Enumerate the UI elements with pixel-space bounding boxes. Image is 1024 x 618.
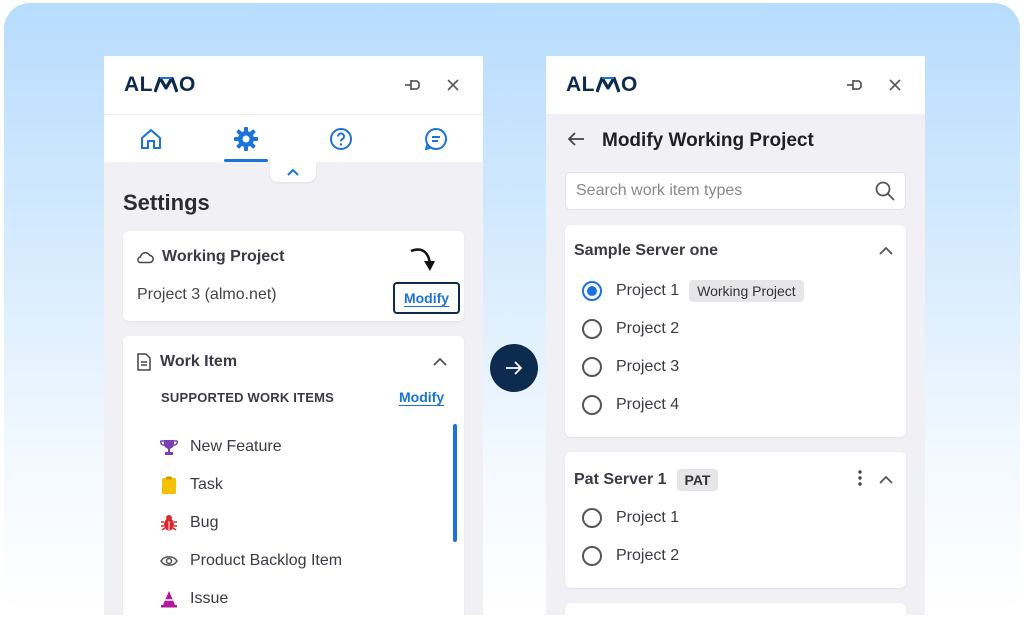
list-item: New Feature xyxy=(160,428,342,466)
more-options-button[interactable] xyxy=(858,470,862,491)
collapse-server-button[interactable] xyxy=(878,243,894,261)
pointer-arrow-icon xyxy=(410,248,435,271)
tab-settings[interactable] xyxy=(199,115,294,162)
project-option[interactable]: Project 2 xyxy=(582,537,679,575)
gear-icon xyxy=(234,126,259,151)
panel-header: AL O xyxy=(104,56,483,114)
chevron-up-icon xyxy=(287,168,299,176)
radio-selected[interactable] xyxy=(582,281,602,301)
radio-button[interactable] xyxy=(582,546,602,566)
arrow-left-icon xyxy=(567,131,584,146)
tab-chat[interactable] xyxy=(388,115,483,162)
radio-button[interactable] xyxy=(582,395,602,415)
scrollbar-thumb[interactable] xyxy=(453,424,457,542)
page-title: Settings xyxy=(123,190,210,215)
radio-button[interactable] xyxy=(582,508,602,528)
server-name: Sample Server one xyxy=(574,242,719,259)
background-stage: AL O Settings Working Project Project 3 … xyxy=(4,3,1020,615)
eye-icon xyxy=(160,552,178,570)
radio-button[interactable] xyxy=(582,319,602,339)
page-header: Modify Working Project xyxy=(566,130,814,152)
almo-logo: AL O xyxy=(566,73,638,96)
server-card-partial xyxy=(565,603,906,615)
chevron-up-icon xyxy=(433,357,447,366)
working-project-heading: Working Project xyxy=(162,248,285,265)
project-option[interactable]: Project 2 xyxy=(582,310,804,348)
working-project-card: Working Project Project 3 (almo.net) Mod… xyxy=(123,231,464,321)
list-item: Bug xyxy=(160,504,342,542)
trophy-icon xyxy=(160,438,178,456)
modify-working-project-highlight: Modify xyxy=(393,282,460,314)
supported-work-items-label: SUPPORTED WORK ITEMS xyxy=(161,390,335,405)
work-item-card: Work Item SUPPORTED WORK ITEMS Modify Ne… xyxy=(123,336,464,615)
search-box xyxy=(565,172,906,210)
page-title: Modify Working Project xyxy=(602,130,814,151)
kebab-menu-icon xyxy=(858,470,862,486)
search-input[interactable] xyxy=(576,182,856,200)
nav-tabs xyxy=(104,114,483,162)
logo-m-mark xyxy=(154,77,178,93)
project-option[interactable]: Project 4 xyxy=(582,386,804,424)
server-name: Pat Server 1 xyxy=(574,471,667,488)
server-card: Pat Server 1 PAT Project 1 Project 2 xyxy=(565,452,906,588)
pin-icon[interactable] xyxy=(403,75,423,95)
settings-panel: AL O Settings Working Project Project 3 … xyxy=(104,56,483,615)
close-icon[interactable] xyxy=(885,75,905,95)
modify-working-project-link[interactable]: Modify xyxy=(404,290,449,306)
tab-help[interactable] xyxy=(294,115,389,162)
project-option[interactable]: Project 1 xyxy=(582,499,679,537)
server-card: Sample Server one Project 1 Working Proj… xyxy=(565,225,906,437)
chevron-up-icon xyxy=(879,246,893,255)
transition-arrow xyxy=(490,344,538,392)
work-item-heading: Work Item xyxy=(160,353,238,370)
panel-header: AL O xyxy=(546,56,925,114)
back-button[interactable] xyxy=(566,131,586,152)
list-item: Issue xyxy=(160,580,342,615)
collapse-nav-button[interactable] xyxy=(270,162,316,182)
almo-logo: AL O xyxy=(124,73,196,96)
cloud-icon xyxy=(137,252,154,264)
arrow-right-icon xyxy=(506,361,523,375)
chat-icon xyxy=(424,127,447,150)
clipboard-icon xyxy=(160,476,178,494)
chevron-up-icon xyxy=(879,475,893,484)
collapse-server-button[interactable] xyxy=(878,472,894,490)
pin-icon[interactable] xyxy=(845,75,865,95)
document-icon xyxy=(137,353,151,371)
close-icon[interactable] xyxy=(443,75,463,95)
modify-project-panel: AL O Modify Working Project Search work … xyxy=(546,56,925,615)
logo-m-mark xyxy=(596,77,620,93)
search-icon[interactable] xyxy=(875,181,895,201)
working-project-badge: Working Project xyxy=(689,280,804,302)
radio-button[interactable] xyxy=(582,357,602,377)
bug-icon xyxy=(160,514,178,532)
list-item: Product Backlog Item xyxy=(160,542,342,580)
project-option[interactable]: Project 1 Working Project xyxy=(582,272,804,310)
pat-badge: PAT xyxy=(676,469,719,491)
project-list: Project 1 Project 2 xyxy=(582,499,679,575)
cone-icon xyxy=(160,590,178,608)
modify-work-items-link[interactable]: Modify xyxy=(399,389,444,405)
project-list: Project 1 Working Project Project 2 Proj… xyxy=(582,272,804,424)
collapse-work-item-button[interactable] xyxy=(432,354,448,372)
list-item: Task xyxy=(160,466,342,504)
work-item-list: New Feature Task Bug Product Backlog Ite… xyxy=(160,428,342,615)
home-icon xyxy=(141,128,162,149)
project-option[interactable]: Project 3 xyxy=(582,348,804,386)
tab-home[interactable] xyxy=(104,115,199,162)
help-icon xyxy=(329,127,352,150)
working-project-value: Project 3 (almo.net) xyxy=(137,286,277,303)
